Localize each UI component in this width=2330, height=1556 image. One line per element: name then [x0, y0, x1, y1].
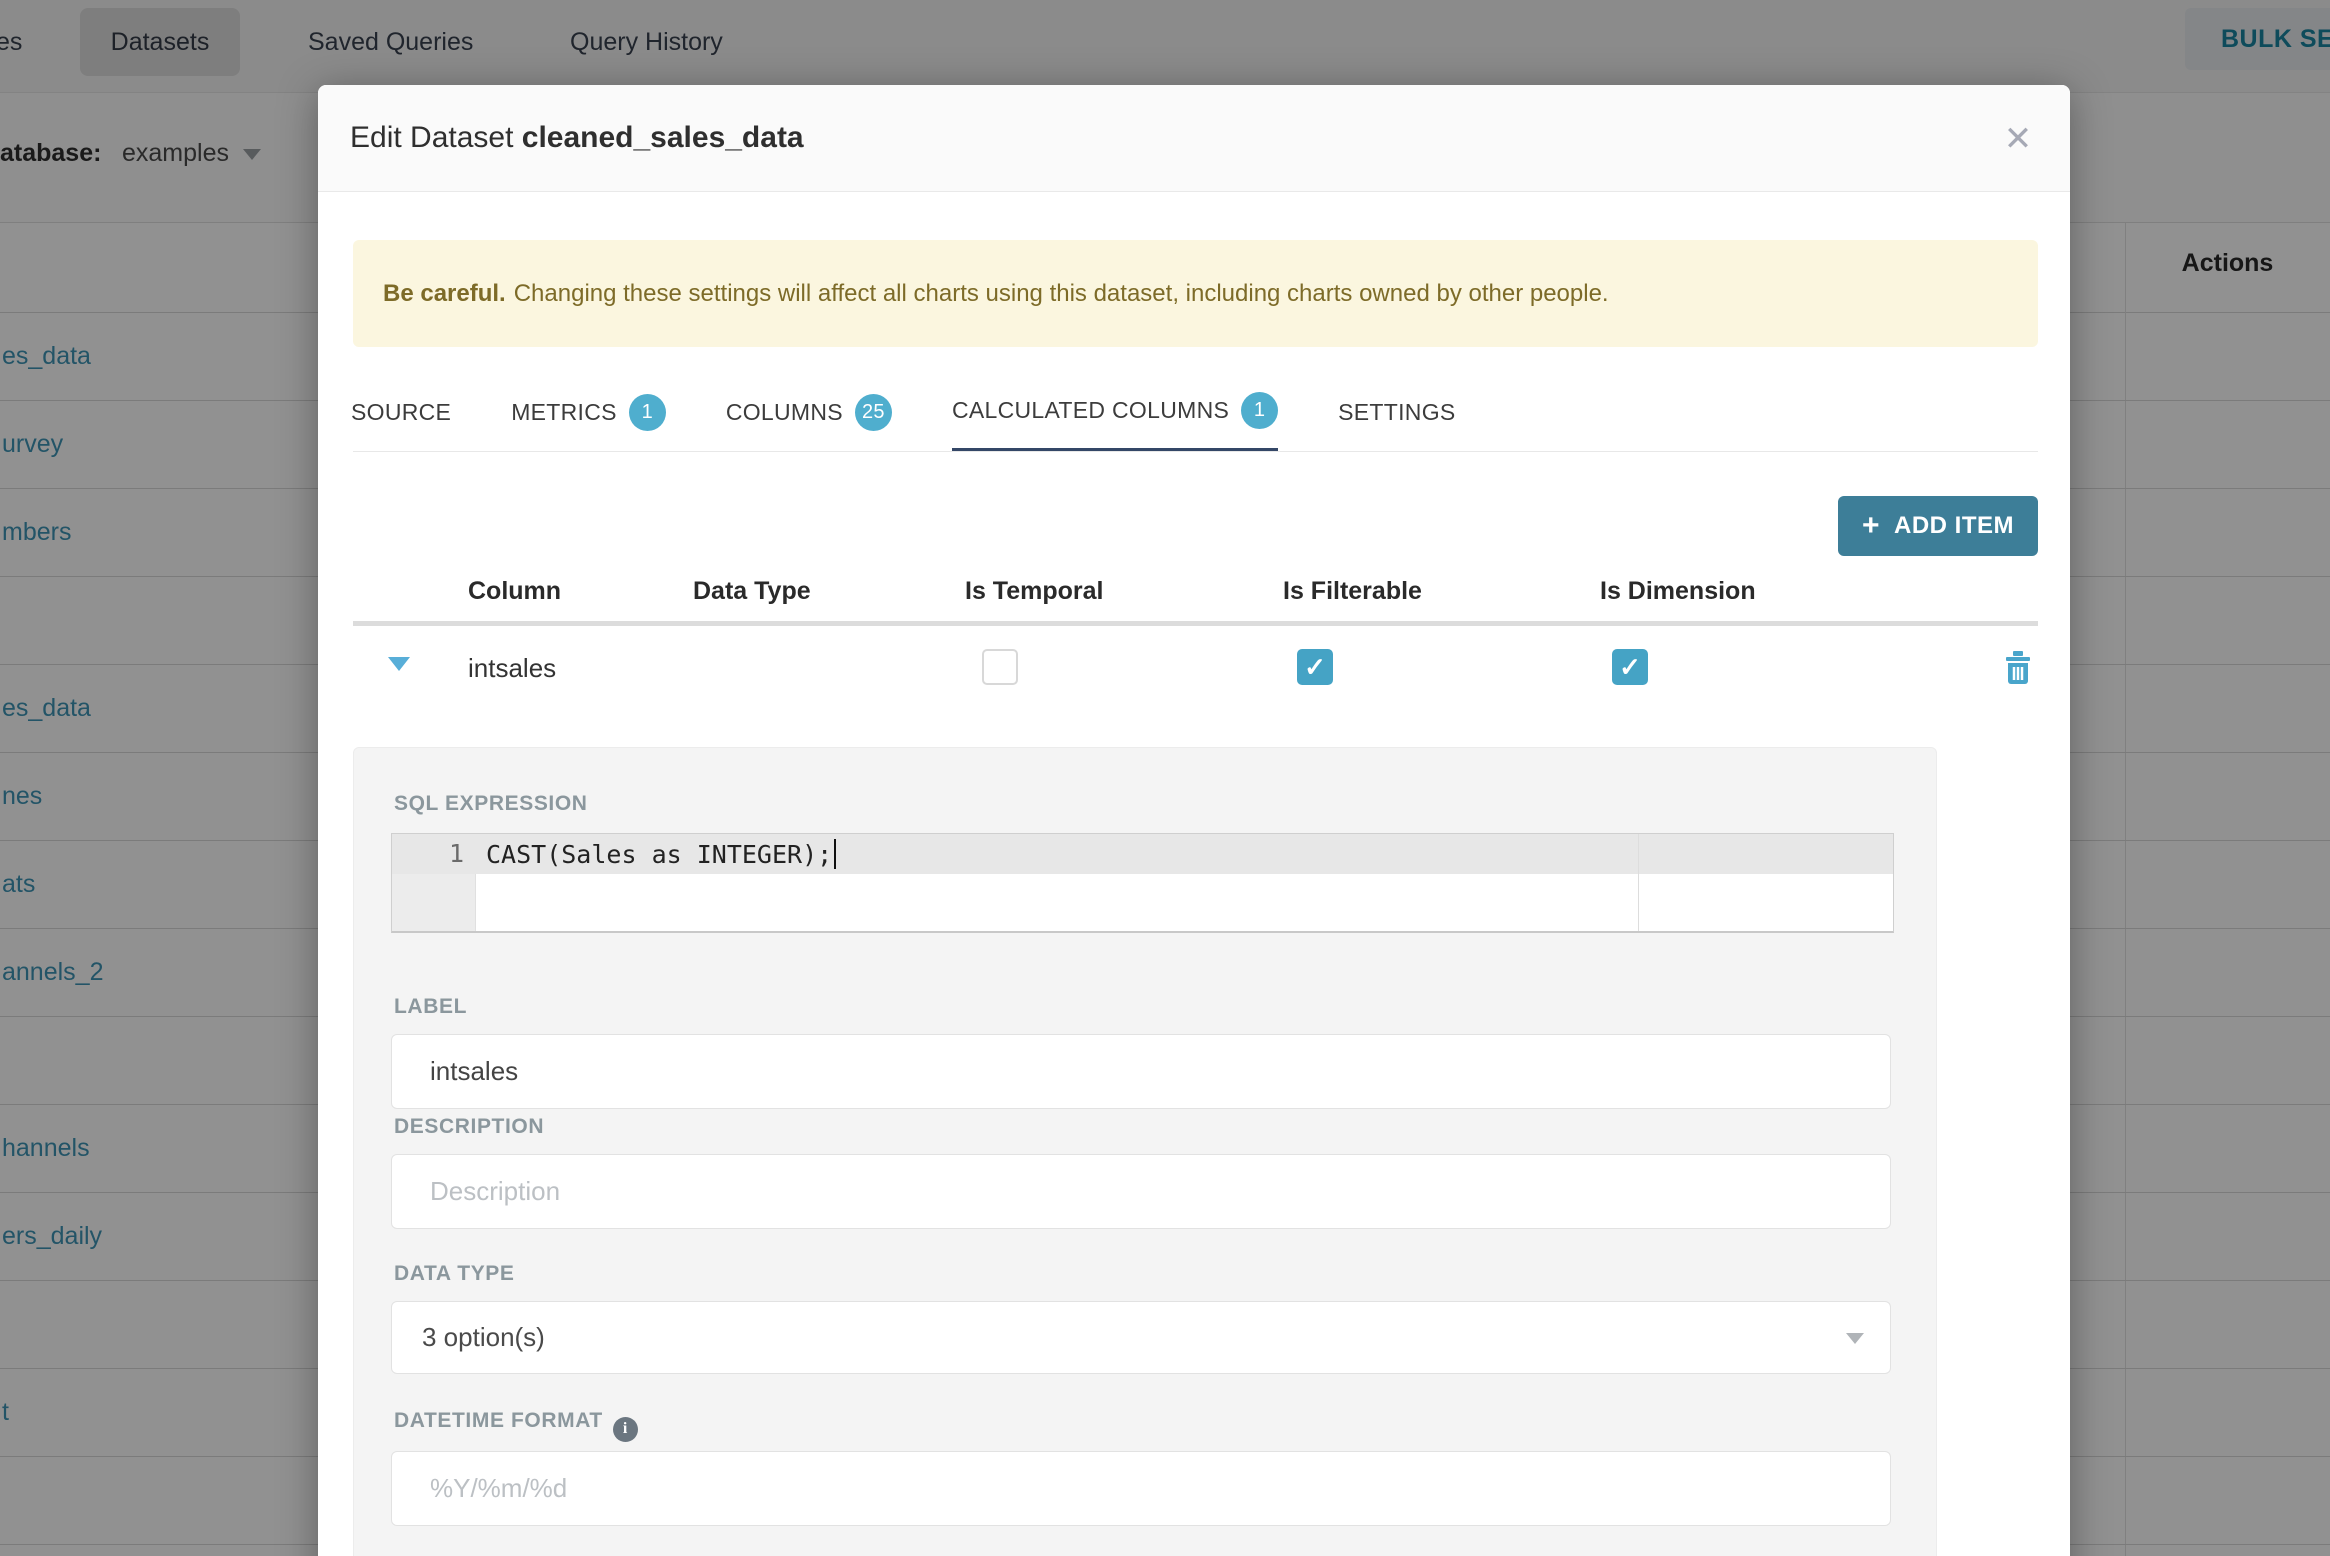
modal-tab-label: COLUMNS: [725, 399, 843, 425]
datetime-format-input[interactable]: [391, 1451, 1891, 1526]
collapse-caret-icon[interactable]: [388, 657, 410, 671]
tab-count-badge: 1: [1241, 392, 1279, 429]
modal-tab-label: SOURCE: [351, 399, 452, 425]
modal-tab[interactable]: METRICS 1: [511, 373, 666, 452]
calculated-column-name: intsales: [468, 653, 557, 683]
warning-banner-bold: Be careful.: [383, 279, 506, 307]
is-dimension-checkbox[interactable]: ✓: [1612, 649, 1648, 685]
sql-expression-editor[interactable]: 1 CAST(Sales as INTEGER);: [391, 833, 1894, 933]
sql-code-text: CAST(Sales as INTEGER);: [486, 839, 837, 869]
column-header-data-type: Data Type: [693, 577, 811, 605]
datetime-format-field-label: DATETIME FORMAT i: [394, 1409, 638, 1442]
modal-header: Edit Dataset cleaned_sales_data ✕: [318, 85, 2070, 192]
data-type-selected-value: 3 option(s): [422, 1322, 545, 1352]
column-header-is-filterable: Is Filterable: [1283, 577, 1422, 605]
modal-tabs: SOURCE METRICS 1 COLUMNS 25 CALCULATED C…: [351, 373, 1456, 452]
modal-tab-label: METRICS: [511, 399, 617, 425]
label-field-label: LABEL: [394, 995, 467, 1018]
data-type-select[interactable]: 3 option(s): [391, 1301, 1891, 1374]
sql-code-value: CAST(Sales as INTEGER);: [486, 840, 833, 869]
tab-count-badge: 25: [854, 394, 892, 431]
column-header-column: Column: [468, 577, 562, 605]
is-temporal-checkbox[interactable]: [982, 649, 1018, 685]
text-cursor: [834, 839, 837, 869]
add-item-button[interactable]: + ADD ITEM: [1838, 496, 2038, 556]
description-input[interactable]: [391, 1154, 1891, 1229]
modal-tab-label: SETTINGS: [1338, 399, 1456, 425]
modal-tab[interactable]: SOURCE: [351, 373, 451, 452]
data-type-field-label: DATA TYPE: [394, 1262, 515, 1285]
add-item-label: ADD ITEM: [1894, 512, 2015, 539]
modal-title: Edit Dataset cleaned_sales_data: [350, 121, 804, 155]
delete-trash-icon[interactable]: [1998, 647, 2038, 687]
warning-banner: Be careful. Changing these settings will…: [353, 240, 2038, 347]
column-header-is-dimension: Is Dimension: [1600, 577, 1756, 605]
modal-tab-label: CALCULATED COLUMNS: [951, 397, 1230, 423]
editor-print-margin: [1638, 834, 1639, 931]
columns-table-divider: [353, 621, 2038, 626]
editor-line-number: 1: [448, 839, 464, 868]
label-input[interactable]: [391, 1034, 1891, 1109]
column-header-is-temporal: Is Temporal: [965, 577, 1104, 605]
sql-expression-label: SQL EXPRESSION: [394, 792, 588, 815]
modal-tab[interactable]: COLUMNS 25: [726, 373, 892, 452]
modal-title-prefix: Edit Dataset: [350, 121, 522, 154]
warning-banner-text: Changing these settings will affect all …: [513, 279, 1609, 307]
plus-icon: +: [1861, 509, 1881, 542]
modal-tab[interactable]: SETTINGS: [1338, 373, 1455, 452]
modal-tab[interactable]: CALCULATED COLUMNS 1: [951, 373, 1279, 452]
datetime-format-label-text: DATETIME FORMAT: [394, 1409, 603, 1432]
close-icon[interactable]: ✕: [1994, 115, 2042, 163]
is-filterable-checkbox[interactable]: ✓: [1297, 649, 1333, 685]
edit-dataset-modal: Edit Dataset cleaned_sales_data ✕ Be car…: [318, 85, 2070, 1556]
description-field-label: DESCRIPTION: [394, 1115, 545, 1138]
modal-dataset-name: cleaned_sales_data: [521, 121, 804, 154]
tabs-divider: [353, 451, 2038, 452]
chevron-down-icon: [1846, 1333, 1864, 1344]
info-icon[interactable]: i: [612, 1416, 638, 1442]
tab-count-badge: 1: [628, 394, 666, 431]
calculated-column-detail-panel: SQL EXPRESSION 1 CAST(Sales as INTEGER);…: [353, 747, 1937, 1556]
